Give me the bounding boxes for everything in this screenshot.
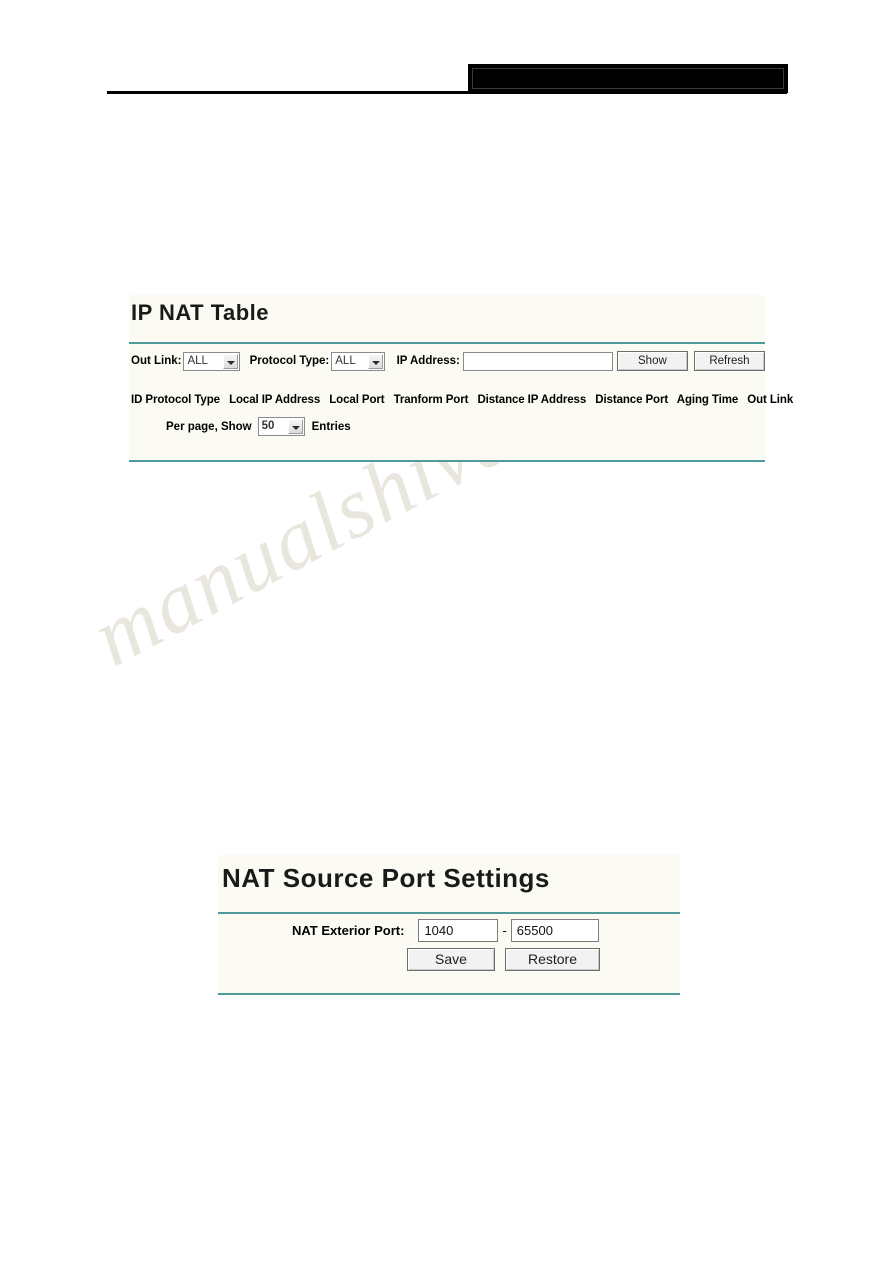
per-page-select-value: 50 xyxy=(261,420,275,432)
column-header-id: ID xyxy=(131,394,143,406)
protocol-type-select-value: ALL xyxy=(335,354,356,367)
column-header-out-link: Out Link xyxy=(747,394,794,406)
ip-nat-table-column-headers: ID Protocol Type Local IP Address Local … xyxy=(129,394,793,406)
nat-source-port-title-rule xyxy=(218,912,680,914)
header-black-banner-inner xyxy=(472,68,784,89)
save-button[interactable]: Save xyxy=(407,948,495,971)
nat-source-port-button-row: Save Restore xyxy=(218,948,680,971)
nat-exterior-port-start-input[interactable] xyxy=(418,919,499,942)
column-header-distance-ip-address: Distance IP Address xyxy=(477,394,587,406)
per-page-label: Per page, Show xyxy=(166,420,252,433)
header-black-banner xyxy=(468,64,788,93)
out-link-select[interactable]: ALL xyxy=(183,351,240,371)
ip-nat-filter-row: Out Link: ALL Protocol Type: ALL IP Addr… xyxy=(129,348,765,374)
nat-exterior-port-label: NAT Exterior Port: xyxy=(292,923,405,938)
header-divider-rule xyxy=(107,91,787,94)
out-link-label: Out Link: xyxy=(131,355,182,367)
column-header-aging-time: Aging Time xyxy=(676,394,739,406)
column-header-protocol-type: Protocol Type xyxy=(145,394,220,406)
restore-button[interactable]: Restore xyxy=(505,948,600,971)
chevron-down-icon xyxy=(222,353,238,369)
out-link-select-value: ALL xyxy=(187,354,208,367)
ip-nat-table-title: IP NAT Table xyxy=(131,300,270,325)
protocol-type-label: Protocol Type: xyxy=(249,355,330,367)
nat-exterior-port-row: NAT Exterior Port: - xyxy=(218,919,680,942)
protocol-type-select[interactable]: ALL xyxy=(331,351,385,371)
chevron-down-icon xyxy=(367,353,383,369)
per-page-entries-label: Entries xyxy=(311,420,351,433)
nat-exterior-port-end-input[interactable] xyxy=(510,919,599,942)
per-page-row: Per page, Show 50 Entries xyxy=(166,417,351,436)
column-header-tranform-port: Tranform Port xyxy=(393,394,469,406)
nat-source-port-settings-panel: NAT Source Port Settings NAT Exterior Po… xyxy=(218,855,680,995)
port-range-separator: - xyxy=(502,923,507,938)
ip-address-label: IP Address: xyxy=(396,355,460,367)
ip-nat-table-title-rule xyxy=(129,342,765,344)
refresh-button[interactable]: Refresh xyxy=(693,351,765,371)
show-button[interactable]: Show xyxy=(616,351,688,371)
column-header-local-ip-address: Local IP Address xyxy=(229,394,321,406)
column-header-distance-port: Distance Port xyxy=(595,394,669,406)
ip-nat-table-bottom-rule xyxy=(129,460,765,462)
nat-source-port-bottom-rule xyxy=(218,993,680,995)
nat-source-port-title: NAT Source Port Settings xyxy=(222,863,550,893)
ip-address-input[interactable] xyxy=(462,351,613,371)
per-page-select[interactable]: 50 xyxy=(257,417,305,436)
chevron-down-icon xyxy=(287,419,303,434)
ip-nat-table-panel: IP NAT Table Out Link: ALL Protocol Type… xyxy=(129,295,793,462)
column-header-local-port: Local Port xyxy=(329,394,385,406)
